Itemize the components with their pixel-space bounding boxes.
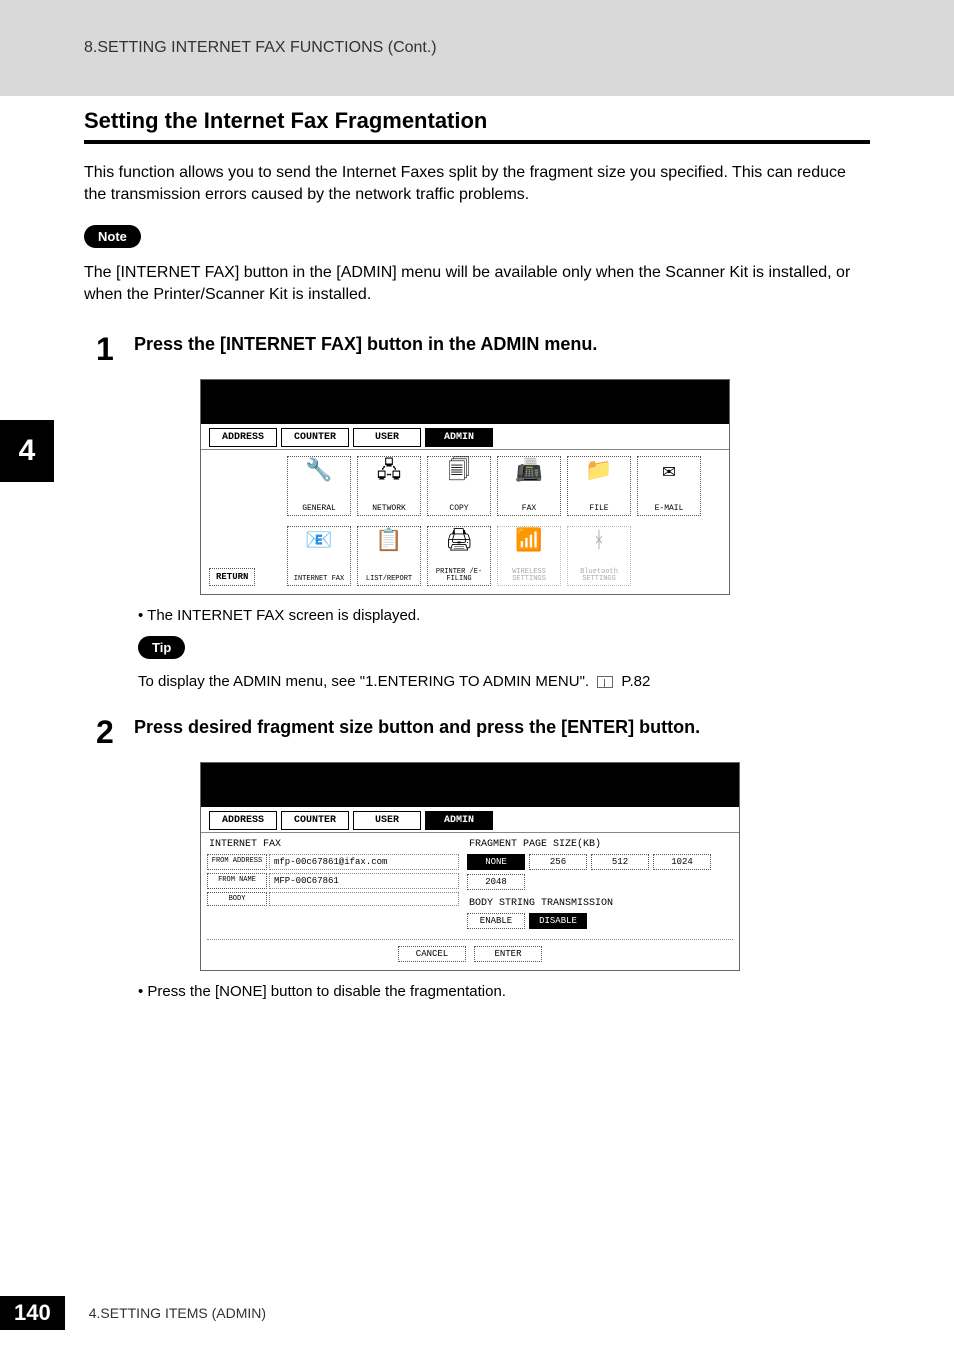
internet-fax-icon: 📧 — [305, 531, 332, 553]
network-icon: 🖧 — [377, 461, 402, 483]
email-icon: ✉ — [662, 461, 675, 483]
size-1024-button[interactable]: 1024 — [653, 854, 711, 870]
from-name-value: MFP-00C67861 — [269, 873, 459, 889]
internet-fax-title: INTERNET FAX — [207, 835, 459, 854]
tab-admin[interactable]: ADMIN — [425, 811, 493, 830]
screen1-tabs: ADDRESS COUNTER USER ADMIN — [201, 424, 729, 450]
tip-text: To display the ADMIN menu, see "1.ENTERI… — [138, 673, 870, 690]
fragment-size-title: FRAGMENT PAGE SIZE(KB) — [467, 835, 733, 854]
page-number: 140 — [0, 1296, 65, 1330]
admin-icon-row-2: 📧INTERNET FAX 📋LIST/REPORT 🖨PRINTER /E-F… — [201, 520, 729, 594]
tab-address[interactable]: ADDRESS — [209, 811, 277, 830]
note-badge: Note — [84, 225, 141, 248]
tab-user[interactable]: USER — [353, 811, 421, 830]
step2-bullet: Press the [NONE] button to disable the f… — [138, 983, 870, 1000]
section-intro: This function allows you to send the Int… — [84, 162, 870, 207]
tab-address[interactable]: ADDRESS — [209, 428, 277, 447]
chapter-side-tab: 4 — [0, 420, 54, 482]
bluetooth-settings-button: ᚼBluetooth SETTINGS — [567, 526, 631, 586]
footer-text: 4.SETTING ITEMS (ADMIN) — [89, 1305, 266, 1321]
printer-efiling-button[interactable]: 🖨PRINTER /E-FILING — [427, 526, 491, 586]
size-none-button[interactable]: NONE — [467, 854, 525, 870]
breadcrumb: 8.SETTING INTERNET FAX FUNCTIONS (Cont.) — [84, 39, 437, 57]
size-512-button[interactable]: 512 — [591, 854, 649, 870]
list-report-button[interactable]: 📋LIST/REPORT — [357, 526, 421, 586]
book-icon — [597, 676, 613, 688]
from-address-value: mfp-00c67861@ifax.com — [269, 854, 459, 870]
tab-user[interactable]: USER — [353, 428, 421, 447]
bst-title: BODY STRING TRANSMISSION — [467, 894, 733, 913]
tab-counter[interactable]: COUNTER — [281, 428, 349, 447]
general-button[interactable]: 🔧GENERAL — [287, 456, 351, 516]
size-256-button[interactable]: 256 — [529, 854, 587, 870]
network-button[interactable]: 🖧NETWORK — [357, 456, 421, 516]
general-icon: 🔧 — [305, 461, 332, 483]
step-number: 2 — [96, 716, 118, 748]
printer-icon: 🖨 — [445, 531, 473, 553]
bst-enable-button[interactable]: ENABLE — [467, 913, 525, 929]
body-value — [269, 892, 459, 906]
step-text: Press the [INTERNET FAX] button in the A… — [134, 333, 870, 356]
divider — [207, 939, 733, 940]
step-1: 1 Press the [INTERNET FAX] button in the… — [96, 333, 870, 365]
fax-icon: 📠 — [515, 461, 542, 483]
return-button[interactable]: RETURN — [209, 568, 255, 586]
section-rule — [84, 140, 870, 144]
step-2: 2 Press desired fragment size button and… — [96, 716, 870, 748]
wireless-icon: 📶 — [515, 531, 542, 553]
section-title: Setting the Internet Fax Fragmentation — [84, 108, 870, 134]
page-footer: 140 4.SETTING ITEMS (ADMIN) — [0, 1296, 266, 1330]
file-icon: 📁 — [585, 461, 612, 483]
email-button[interactable]: ✉E-MAIL — [637, 456, 701, 516]
list-report-icon: 📋 — [375, 531, 402, 553]
screen2-tabs: ADDRESS COUNTER USER ADMIN — [201, 807, 739, 833]
fax-button[interactable]: 📠FAX — [497, 456, 561, 516]
admin-icon-row-1: 🔧GENERAL 🖧NETWORK 🗐COPY 📠FAX 📁FILE ✉E-MA… — [201, 450, 729, 520]
page-header-band: 8.SETTING INTERNET FAX FUNCTIONS (Cont.) — [0, 0, 954, 96]
file-button[interactable]: 📁FILE — [567, 456, 631, 516]
tab-counter[interactable]: COUNTER — [281, 811, 349, 830]
fragment-size-buttons: NONE 256 512 1024 2048 — [467, 854, 733, 890]
enter-button[interactable]: ENTER — [474, 946, 542, 962]
wireless-settings-button: 📶WIRELESS SETTINGS — [497, 526, 561, 586]
screen-topbar — [201, 763, 739, 807]
copy-button[interactable]: 🗐COPY — [427, 456, 491, 516]
screen-topbar — [201, 380, 729, 424]
from-address-button[interactable]: FROM ADDRESS — [207, 854, 267, 870]
internet-fax-screenshot: ADDRESS COUNTER USER ADMIN INTERNET FAX … — [200, 762, 740, 971]
bluetooth-icon: ᚼ — [592, 531, 605, 553]
tab-admin[interactable]: ADMIN — [425, 428, 493, 447]
step1-bullet: The INTERNET FAX screen is displayed. — [138, 607, 870, 624]
note-text: The [INTERNET FAX] button in the [ADMIN]… — [84, 262, 870, 307]
step-text: Press desired fragment size button and p… — [134, 716, 870, 739]
from-name-button[interactable]: FROM NAME — [207, 873, 267, 889]
body-button[interactable]: BODY — [207, 892, 267, 906]
tip-badge: Tip — [138, 636, 185, 659]
bst-disable-button[interactable]: DISABLE — [529, 913, 587, 929]
step-number: 1 — [96, 333, 118, 365]
internet-fax-button[interactable]: 📧INTERNET FAX — [287, 526, 351, 586]
admin-menu-screenshot: ADDRESS COUNTER USER ADMIN 🔧GENERAL 🖧NET… — [200, 379, 730, 595]
copy-icon: 🗐 — [448, 461, 470, 483]
cancel-button[interactable]: CANCEL — [398, 946, 466, 962]
size-2048-button[interactable]: 2048 — [467, 874, 525, 890]
